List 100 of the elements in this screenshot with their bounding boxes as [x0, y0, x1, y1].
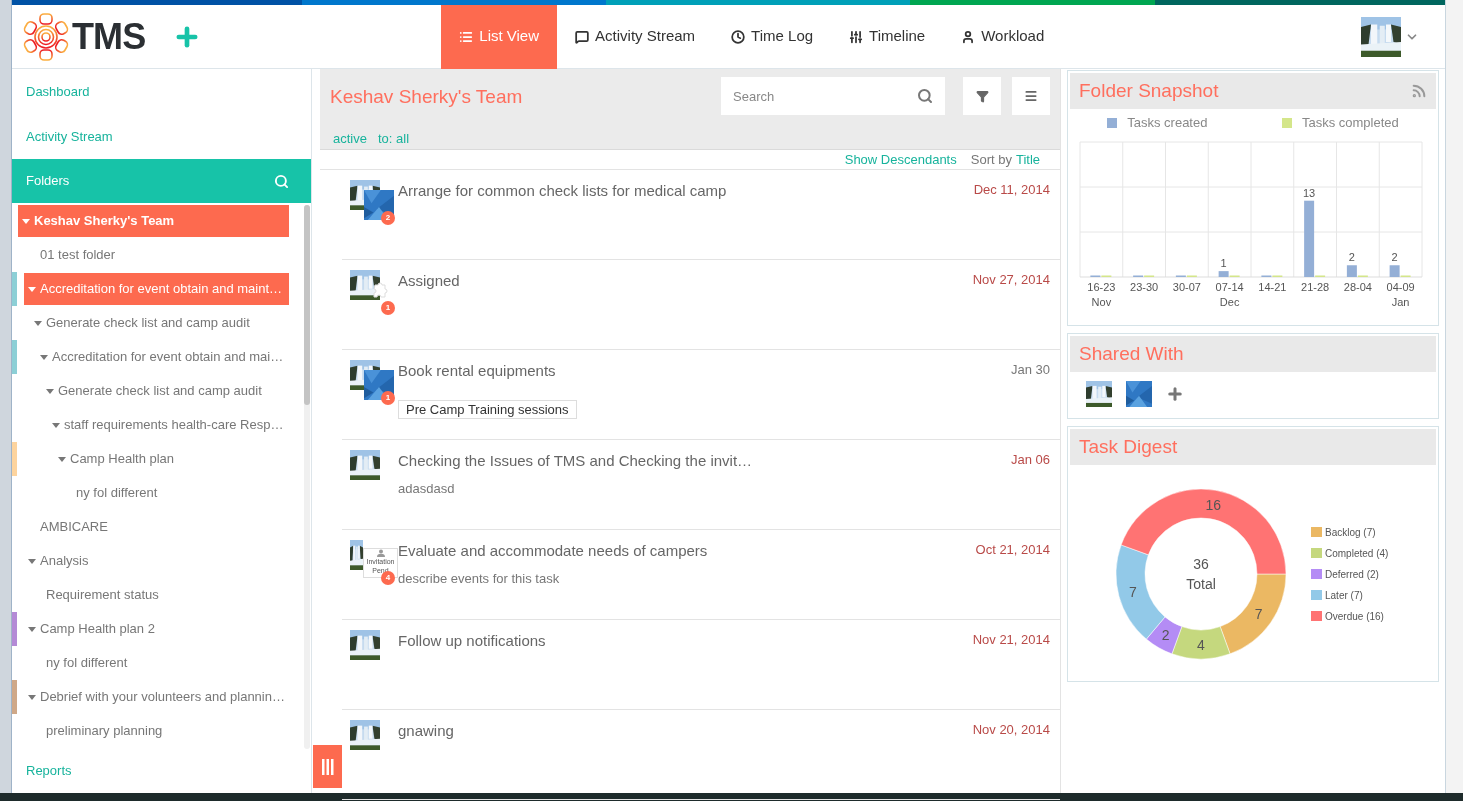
rss-icon[interactable]	[1411, 83, 1427, 99]
nav-tab[interactable]: Timeline	[831, 4, 944, 69]
caret-down-icon	[52, 421, 60, 429]
folder-tree-item[interactable]: ny fol different	[30, 647, 289, 679]
person-icon	[376, 549, 385, 557]
data-label: 7	[1254, 606, 1263, 623]
task-row[interactable]: 1 Assigned Nov 27, 2014	[342, 260, 1060, 350]
task-row[interactable]: 2 Arrange for common check lists for medical camp Dec 11, 2014	[342, 170, 1060, 260]
data-label: 2	[1161, 627, 1170, 644]
bar	[1346, 264, 1357, 277]
columns-icon	[321, 758, 334, 775]
caret-down-icon	[22, 217, 30, 225]
task-title[interactable]: Evaluate and accommodate needs of campers	[398, 540, 708, 563]
due-date: Nov 21, 2014	[972, 631, 1050, 649]
folder-tree-item[interactable]: Accreditation for event obtain and mai…	[36, 341, 289, 373]
folder-tree-item[interactable]: ny fol different	[60, 477, 289, 509]
clock-icon	[731, 29, 746, 44]
show-descendants-link[interactable]: Show Descendants	[844, 149, 957, 169]
caret-down-icon	[58, 455, 66, 463]
panel-title: Folder Snapshot	[1079, 78, 1219, 103]
nav-tab[interactable]: List View	[441, 4, 558, 69]
task-title[interactable]: Book rental equipments	[398, 360, 556, 383]
folder-tree-item[interactable]: preliminary planning	[30, 715, 289, 747]
folder-tree-item[interactable]: Analysis	[24, 545, 289, 577]
data-label: 2	[1391, 250, 1398, 263]
axis-label: 16-23 Nov	[1087, 280, 1116, 308]
search-icon[interactable]	[274, 173, 289, 189]
due-date: Oct 21, 2014	[975, 541, 1050, 559]
task-row[interactable]: 1 Book rental equipments Jan 30 Pre Camp Training sessions	[342, 350, 1060, 440]
folder-title: Keshav Sherky's Team	[330, 84, 523, 109]
sidebar-link[interactable]: Activity Stream	[12, 114, 311, 159]
axis-label: 23-30	[1130, 280, 1159, 293]
add-member-icon[interactable]	[1166, 385, 1184, 403]
folder-tree-item[interactable]: Camp Health plan	[54, 443, 289, 475]
nav-tab[interactable]: Workload	[943, 4, 1063, 69]
bar	[1218, 270, 1229, 277]
collapse-sidebar-button[interactable]	[313, 745, 342, 788]
legend-label: Completed (4)	[1325, 546, 1389, 561]
folder-tree-item[interactable]: AMBICARE	[24, 511, 289, 543]
sidebar-link[interactable]: Dashboard	[12, 69, 311, 114]
axis-label: 07-14 Dec	[1215, 280, 1244, 308]
total-label: Total	[1186, 575, 1216, 594]
search-field[interactable]: Search	[721, 77, 945, 115]
list-icon	[459, 29, 474, 44]
folders-title: Folders	[26, 172, 70, 191]
nav-tab[interactable]: Activity Stream	[557, 4, 714, 69]
folder-tree-item[interactable]: Camp Health plan 2	[24, 613, 289, 645]
folder-tree-item[interactable]: Generate check list and camp audit	[30, 307, 289, 339]
legend-swatch	[1107, 117, 1118, 128]
data-label: 1	[1220, 256, 1227, 269]
legend-label: Later (7)	[1325, 588, 1363, 603]
task-title[interactable]: Arrange for common check lists for medical camp	[398, 180, 727, 203]
caret-down-icon	[28, 693, 36, 701]
data-label: 7	[1129, 584, 1137, 601]
scrollbar[interactable]	[304, 205, 310, 749]
legend-label: Overdue (16)	[1325, 609, 1384, 624]
folder-tree-item[interactable]: Requirement status	[30, 579, 289, 611]
axis-label: 14-21	[1258, 280, 1287, 293]
sort-label: Sort by	[970, 150, 1012, 169]
task-title[interactable]: gnawing	[398, 720, 454, 743]
filter-button[interactable]	[963, 77, 1001, 115]
due-date: Dec 11, 2014	[973, 181, 1050, 199]
panel-title: Task Digest	[1079, 434, 1178, 459]
axis-label: 04-09 Jan	[1386, 280, 1415, 308]
menu-button[interactable]	[1012, 77, 1050, 115]
caret-down-icon	[34, 319, 42, 327]
folder-tree-item[interactable]: staff requirements health-care Resp…	[48, 409, 289, 441]
nav-tab[interactable]: Time Log	[713, 4, 832, 69]
folder-tree-item[interactable]: Debrief with your volunteers and plannin…	[24, 681, 289, 713]
data-label: 13	[1303, 186, 1316, 199]
sliders-icon	[849, 29, 864, 44]
data-label: 4	[1197, 636, 1205, 653]
folder-tree-item[interactable]: Accreditation for event obtain and maint…	[24, 273, 289, 305]
legend-label: Tasks completed	[1301, 114, 1399, 132]
data-label: 2	[1348, 250, 1355, 263]
folder-tree-item[interactable]: Keshav Sherky's Team	[18, 205, 289, 237]
task-tag[interactable]: Pre Camp Training sessions	[398, 399, 577, 419]
person-icon	[961, 29, 976, 44]
folder-tree-item[interactable]: Generate check list and camp audit	[42, 375, 289, 407]
filter-icon	[975, 89, 989, 103]
caret-down-icon	[40, 353, 48, 361]
caret-down-icon	[28, 557, 36, 565]
task-title[interactable]: Follow up notifications	[398, 630, 546, 653]
due-date: Nov 27, 2014	[972, 271, 1050, 289]
sidebar-link[interactable]: Reports	[12, 751, 311, 791]
due-date: Jan 06	[1010, 451, 1050, 469]
task-row[interactable]: Checking the Issues of TMS and Checking the invit… Jan 06 adasdasd	[342, 440, 1060, 530]
task-row[interactable]: Follow up notifications Nov 21, 2014	[342, 620, 1060, 710]
search-icon[interactable]	[917, 88, 933, 104]
legend-swatch	[1281, 117, 1292, 128]
axis-label: 30-07	[1172, 280, 1201, 293]
legend-label: Tasks created	[1127, 114, 1208, 132]
folder-tree-item[interactable]: 01 test folder	[24, 239, 289, 271]
due-date: Jan 30	[1010, 361, 1050, 379]
sort-field-link[interactable]: Title	[1015, 149, 1040, 169]
legend-label: Backlog (7)	[1325, 525, 1376, 540]
task-title[interactable]: Checking the Issues of TMS and Checking the invit…	[398, 450, 753, 473]
user-avatar[interactable]	[1361, 16, 1401, 57]
task-title[interactable]: Assigned	[398, 270, 460, 293]
logo-icon	[22, 10, 70, 63]
